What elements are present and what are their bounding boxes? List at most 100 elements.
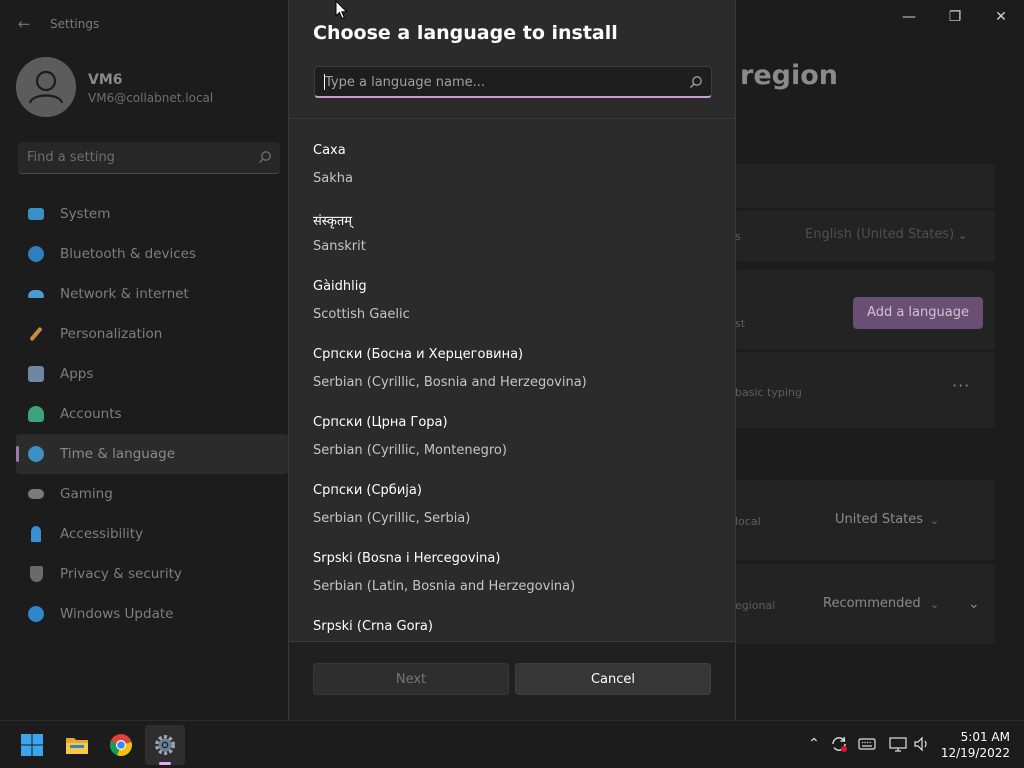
dialog-title: Choose a language to install <box>313 22 618 44</box>
language-english-name: Scottish Gaelic <box>313 307 410 322</box>
language-item[interactable]: Gàidhlig Scottish Gaelic <box>289 279 735 347</box>
next-button[interactable]: Next <box>313 663 509 695</box>
accessibility-icon <box>31 526 41 542</box>
wifi-icon <box>28 290 44 298</box>
display-language-card: s English (United States) ⌄ <box>735 210 995 262</box>
selection-indicator <box>16 446 19 462</box>
more-options-button[interactable]: ··· <box>952 376 970 395</box>
system-clock[interactable]: 5:01 AM 12/19/2022 <box>940 729 1010 761</box>
language-native-name: Српски (Босна и Херцеговина) <box>313 347 524 362</box>
sidebar-item-network[interactable]: Network & internet <box>0 274 288 314</box>
active-app-indicator <box>159 762 171 765</box>
language-search-box[interactable] <box>314 66 712 98</box>
monitor-icon <box>28 208 44 220</box>
refresh-icon <box>28 606 44 622</box>
language-item[interactable]: Српски (Србија) Serbian (Cyrillic, Serbi… <box>289 483 735 551</box>
file-explorer-button[interactable] <box>57 725 97 765</box>
keyboard-icon[interactable] <box>857 734 877 754</box>
language-list: Саха Sakha संस्कृतम् Sanskrit Gàidhlig S… <box>289 119 735 641</box>
sidebar-item-gaming[interactable]: Gaming <box>0 474 288 514</box>
sidebar-item-time-language[interactable]: Time & language <box>16 434 288 474</box>
language-english-name: Sakha <box>313 171 353 186</box>
expand-chevron-icon[interactable]: ⌄ <box>968 596 980 612</box>
settings-gear-icon <box>155 735 175 755</box>
language-item[interactable]: Српски (Босна и Херцеговина) Serbian (Cy… <box>289 347 735 415</box>
sidebar-item-privacy[interactable]: Privacy & security <box>0 554 288 594</box>
language-native-name: Српски (Србија) <box>313 483 422 498</box>
add-language-button[interactable]: Add a language <box>853 297 983 329</box>
language-native-name: Srpski (Crna Gora) <box>313 619 433 634</box>
sidebar-item-bluetooth[interactable]: Bluetooth & devices <box>0 234 288 274</box>
search-icon <box>259 151 271 163</box>
language-native-name: Srpski (Bosna i Hercegovina) <box>313 551 501 566</box>
language-native-name: Српски (Црна Гора) <box>313 415 448 430</box>
network-icon[interactable] <box>888 734 908 754</box>
country-region-card: local United States ⌄ <box>735 480 995 560</box>
settings-card <box>735 164 995 208</box>
close-button[interactable]: ✕ <box>978 4 1024 30</box>
language-english-name: Serbian (Cyrillic, Serbia) <box>313 511 471 526</box>
clock-date: 12/19/2022 <box>940 746 1010 760</box>
language-item[interactable]: Srpski (Crna Gora) <box>289 619 735 641</box>
user-name: VM6 <box>88 72 123 88</box>
sidebar-item-system[interactable]: System <box>0 194 288 234</box>
avatar[interactable] <box>16 57 76 117</box>
chevron-down-icon: ⌄ <box>958 229 968 242</box>
bluetooth-icon <box>28 246 44 262</box>
language-search-input[interactable] <box>325 71 675 93</box>
sidebar-item-windows-update[interactable]: Windows Update <box>0 594 288 634</box>
back-arrow-icon[interactable]: ← <box>14 14 34 34</box>
sidebar-item-apps[interactable]: Apps <box>0 354 288 394</box>
clock-time: 5:01 AM <box>960 730 1010 744</box>
sidebar-item-personalization[interactable]: Personalization <box>0 314 288 354</box>
mouse-pointer-icon <box>335 0 348 20</box>
display-language-select[interactable]: English (United States) <box>805 227 954 242</box>
user-email: VM6@collabnet.local <box>88 91 214 105</box>
sidebar-nav: System Bluetooth & devices Network & int… <box>0 194 288 634</box>
language-native-name: Саха <box>313 143 346 158</box>
windows-start-icon <box>21 734 43 756</box>
controller-icon <box>28 489 44 499</box>
language-native-name: Gàidhlig <box>313 279 367 294</box>
regional-format-select[interactable]: Recommended <box>823 596 921 611</box>
regional-format-card: egional Recommended ⌄ ⌄ <box>735 564 995 644</box>
find-setting-input[interactable]: Find a setting <box>18 142 280 174</box>
shield-icon <box>30 566 43 582</box>
user-icon <box>16 57 76 117</box>
choose-language-dialog: Choose a language to install Саха Sakha … <box>288 0 736 720</box>
globe-clock-icon <box>28 446 44 462</box>
language-item[interactable]: Српски (Црна Гора) Serbian (Cyrillic, Mo… <box>289 415 735 483</box>
settings-taskbar-button[interactable] <box>145 725 185 765</box>
sidebar-item-accessibility[interactable]: Accessibility <box>0 514 288 554</box>
country-select[interactable]: United States <box>835 512 923 527</box>
language-item[interactable]: संस्कृतम् Sanskrit <box>289 211 735 279</box>
language-item[interactable]: Саха Sakha <box>289 143 735 211</box>
file-explorer-icon <box>66 738 88 754</box>
brush-icon <box>29 326 43 342</box>
search-icon <box>690 76 702 88</box>
language-english-name: Serbian (Latin, Bosnia and Herzegovina) <box>313 579 576 594</box>
dialog-footer: Next Cancel <box>289 642 735 720</box>
minimize-button[interactable]: — <box>886 4 932 30</box>
restore-button[interactable]: ❐ <box>932 4 978 30</box>
chevron-down-icon: ⌄ <box>930 514 940 527</box>
language-english-name: Serbian (Cyrillic, Bosnia and Herzegovin… <box>313 375 587 390</box>
chevron-down-icon: ⌄ <box>930 598 940 611</box>
volume-icon[interactable] <box>912 734 932 754</box>
taskbar: ⌃ 5:01 AM 12/19/2022 <box>0 720 1024 768</box>
language-english-name: Sanskrit <box>313 239 366 254</box>
person-icon <box>28 406 44 422</box>
apps-icon <box>28 366 44 382</box>
chrome-button[interactable] <box>101 725 141 765</box>
language-english-name: Serbian (Cyrillic, Montenegro) <box>313 443 507 458</box>
page-title: region <box>740 60 838 91</box>
sidebar-item-accounts[interactable]: Accounts <box>0 394 288 434</box>
show-hidden-icons-icon[interactable]: ⌃ <box>804 734 824 754</box>
sync-icon[interactable] <box>829 734 849 754</box>
chrome-icon <box>109 734 132 757</box>
start-button[interactable] <box>12 725 52 765</box>
cancel-button[interactable]: Cancel <box>515 663 711 695</box>
find-setting-placeholder: Find a setting <box>27 150 115 165</box>
app-title: Settings <box>50 17 100 31</box>
language-item[interactable]: Srpski (Bosna i Hercegovina) Serbian (La… <box>289 551 735 619</box>
